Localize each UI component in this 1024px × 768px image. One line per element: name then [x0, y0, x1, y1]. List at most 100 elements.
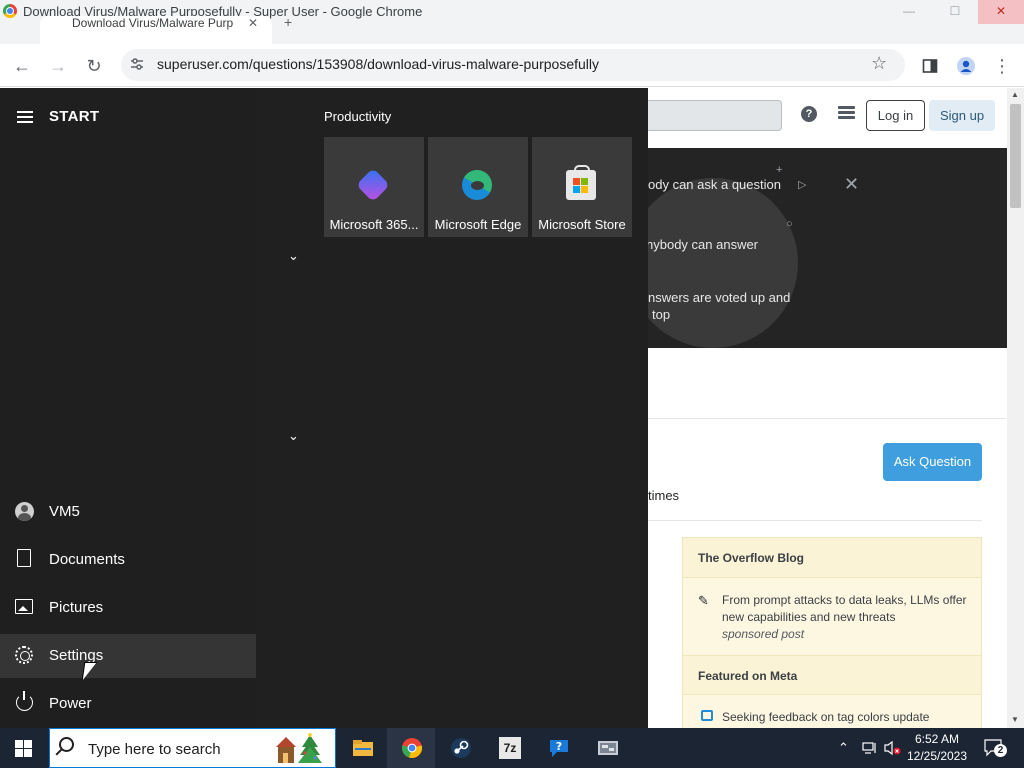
banner-line-4: top — [652, 307, 671, 322]
collapse-chevron-icon[interactable]: ⌄ — [288, 428, 299, 444]
meta-item-link[interactable]: Seeking feedback on tag colors update — [722, 709, 972, 726]
chat-icon — [701, 710, 713, 721]
new-tab-button[interactable]: + — [284, 14, 292, 30]
close-banner-icon[interactable]: ✕ — [844, 174, 859, 195]
sponsored-label: sponsored post — [722, 627, 805, 641]
power-icon — [16, 691, 33, 711]
sidebar-item-settings[interactable]: Settings — [0, 634, 256, 678]
divider — [648, 418, 1006, 419]
search-icon — [59, 737, 74, 752]
site-info-icon[interactable] — [128, 56, 146, 74]
reload-button[interactable]: ↻ — [80, 52, 108, 80]
back-button[interactable]: ← — [8, 52, 36, 80]
tile-microsoft-store[interactable]: Microsoft Store — [532, 137, 632, 237]
tab-title: Download Virus/Malware Purp — [72, 16, 234, 30]
microsoft-365-icon — [356, 168, 390, 202]
profile-icon[interactable] — [952, 52, 980, 80]
document-icon — [17, 549, 31, 567]
tile-microsoft-edge[interactable]: Microsoft Edge — [428, 137, 528, 237]
notification-count-badge: 2 — [994, 744, 1007, 757]
help-icon: ? — [550, 740, 568, 757]
clock-date: 12/25/2023 — [906, 749, 968, 763]
meta-heading: Featured on Meta — [683, 655, 981, 695]
banner-line-2: nybody can answer — [648, 237, 759, 252]
tile-label: Microsoft Store — [538, 217, 626, 232]
tile-microsoft-365[interactable]: Microsoft 365... — [324, 137, 424, 237]
notification-center-icon[interactable]: 2 — [984, 738, 1007, 768]
bookmark-star-icon[interactable]: ☆ — [871, 53, 887, 74]
browser-toolbar: ← → ↻ superuser.com/questions/153908/dow… — [0, 44, 1024, 87]
clock-time: 6:52 AM — [914, 732, 960, 746]
scroll-up-icon[interactable]: ▲ — [1011, 90, 1019, 99]
user-avatar-icon — [15, 502, 34, 521]
browser-tab[interactable]: Download Virus/Malware Purp ✕ — [40, 16, 272, 44]
desktop: Download Virus/Malware Purposefully - Su… — [0, 0, 1024, 768]
banner-line-1: ody can ask a question — [648, 177, 781, 192]
taskbar-search-box[interactable]: Type here to search — [49, 728, 336, 768]
banner-line-3: nswers are voted up and — [648, 290, 791, 305]
start-menu-sidebar: START VM5 Documents Pictures Settings Po… — [0, 88, 256, 728]
play-icon: ▷ — [798, 179, 807, 191]
taskbar-7zip[interactable]: 7z — [485, 728, 533, 768]
login-button[interactable]: Log in — [866, 100, 925, 131]
help-icon[interactable]: ? — [801, 106, 817, 122]
file-explorer-icon — [353, 740, 373, 756]
maximize-button[interactable]: ☐ — [932, 0, 978, 24]
tab-close-icon[interactable]: ✕ — [248, 16, 258, 30]
windows-start-icon[interactable] — [15, 740, 32, 757]
volume-muted-icon[interactable] — [884, 740, 902, 768]
sidebar-item-power[interactable]: Power — [0, 682, 256, 726]
sidebar-item-label: Power — [49, 695, 92, 712]
forward-button[interactable]: → — [44, 52, 72, 80]
vm-icon — [598, 741, 618, 755]
search-highlight-icon — [272, 731, 328, 765]
blog-heading: The Overflow Blog — [683, 538, 981, 578]
taskbar-get-help[interactable]: ? — [534, 728, 582, 768]
sidebar-item-label: Pictures — [49, 599, 104, 616]
taskbar: Type here to search 7z ? ⌃ 6:52 AM 12/25… — [0, 728, 1024, 768]
svg-text:?: ? — [556, 740, 562, 753]
browser-menu-button[interactable]: ⋮ — [988, 52, 1016, 80]
tile-label: Microsoft 365... — [329, 217, 419, 232]
blog-item-link[interactable]: From prompt attacks to data leaks, LLMs … — [722, 593, 967, 624]
network-icon[interactable] — [862, 741, 878, 768]
overflow-blog-widget: The Overflow Blog ✎ From prompt attacks … — [682, 537, 982, 737]
circle-icon: ○ — [786, 218, 793, 230]
side-panel-icon[interactable] — [916, 52, 944, 80]
welcome-banner: ody can ask a question nybody can answer… — [648, 148, 1007, 348]
chrome-logo-icon — [3, 4, 17, 18]
edge-icon — [462, 170, 492, 200]
tray-overflow-icon[interactable]: ⌃ — [838, 740, 849, 768]
taskbar-clock[interactable]: 6:52 AM 12/25/2023 — [906, 731, 968, 765]
url-text[interactable]: superuser.com/questions/153908/download-… — [157, 56, 599, 72]
collapse-chevron-icon[interactable]: ⌄ — [288, 248, 299, 264]
page-scrollbar[interactable]: ▲ ▼ — [1007, 88, 1024, 728]
7zip-icon: 7z — [499, 737, 521, 759]
search-input[interactable] — [648, 100, 782, 131]
site-switcher-icon[interactable] — [838, 106, 855, 122]
scroll-down-icon[interactable]: ▼ — [1011, 715, 1019, 724]
plus-icon: + — [776, 164, 783, 176]
taskbar-file-explorer[interactable] — [338, 728, 386, 768]
chrome-icon — [402, 738, 422, 758]
signup-button[interactable]: Sign up — [929, 100, 995, 131]
search-placeholder: Type here to search — [88, 741, 221, 758]
taskbar-steam[interactable] — [436, 728, 484, 768]
taskbar-chrome[interactable] — [387, 728, 435, 768]
pencil-icon: ✎ — [698, 593, 709, 608]
ask-question-button[interactable]: Ask Question — [883, 443, 982, 481]
banner-illustration — [648, 178, 798, 348]
scroll-thumb[interactable] — [1010, 104, 1021, 208]
address-bar[interactable]: superuser.com/questions/153908/download-… — [121, 49, 905, 81]
gear-icon — [15, 646, 33, 664]
sidebar-item-label: Documents — [49, 551, 125, 568]
sidebar-item-user[interactable]: VM5 — [0, 490, 256, 534]
sidebar-item-documents[interactable]: Documents — [0, 538, 256, 582]
sidebar-item-pictures[interactable]: Pictures — [0, 586, 256, 630]
store-icon — [566, 165, 596, 200]
browser-titlebar: Download Virus/Malware Purposefully - Su… — [0, 0, 1024, 44]
minimize-button[interactable]: — — [886, 0, 932, 24]
close-window-button[interactable]: ✕ — [978, 0, 1024, 24]
taskbar-vm-app[interactable] — [583, 728, 631, 768]
hamburger-menu-icon[interactable] — [17, 111, 33, 123]
